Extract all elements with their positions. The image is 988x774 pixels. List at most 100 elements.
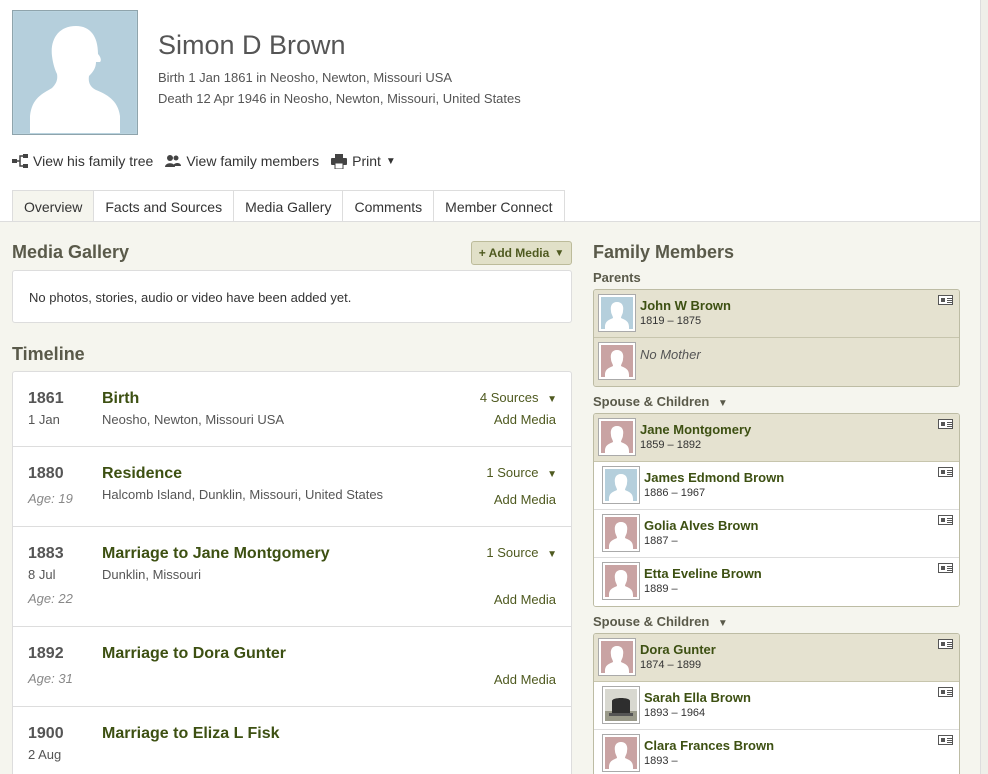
profile-card-icon[interactable] <box>938 515 953 525</box>
chevron-down-icon: ▼ <box>717 618 728 629</box>
member-dates: 1874 – 1899 <box>640 659 702 671</box>
timeline-heading: Timeline <box>12 344 85 364</box>
parents-label: Parents <box>593 270 641 285</box>
view-family-tree-link[interactable]: View his family tree <box>12 153 153 169</box>
chevron-down-icon: ▼ <box>547 469 557 480</box>
avatar <box>598 418 636 456</box>
avatar <box>602 514 640 552</box>
timeline-event: 1880 Age: 19 Residence Halcomb Island, D… <box>13 447 571 527</box>
add-media-button[interactable]: + Add Media ▼ <box>471 241 572 265</box>
event-place: Neosho, Newton, Missouri USA <box>102 412 285 427</box>
parents-box: John W Brown 1819 – 1875 No Mother <box>593 289 960 387</box>
profile-portrait[interactable] <box>12 10 138 135</box>
print-label: Print <box>352 153 381 169</box>
female-silhouette-icon <box>601 345 633 377</box>
event-add-media-link[interactable]: Add Media <box>494 592 556 607</box>
avatar <box>602 734 640 772</box>
tab-media-gallery[interactable]: Media Gallery <box>234 190 344 222</box>
event-sources-toggle[interactable]: 1 Source ▼ <box>486 545 557 560</box>
add-media-label: + Add Media <box>478 246 550 260</box>
event-add-media-link[interactable]: Add Media <box>494 412 556 427</box>
event-sources-toggle[interactable]: 4 Sources ▼ <box>480 390 557 405</box>
member-name[interactable]: James Edmond Brown <box>644 470 784 485</box>
profile-card-icon[interactable] <box>938 419 953 429</box>
profile-card-icon[interactable] <box>938 563 953 573</box>
profile-card-icon[interactable] <box>938 295 953 305</box>
event-title[interactable]: Marriage to Jane Montgomery <box>102 545 330 563</box>
event-date: 2 Aug <box>28 747 62 762</box>
female-silhouette-icon <box>605 737 637 769</box>
tab-comments[interactable]: Comments <box>343 190 435 222</box>
member-dates: 1889 – <box>644 583 678 595</box>
chevron-down-icon: ▼ <box>554 247 565 259</box>
family-member-row[interactable]: Etta Eveline Brown 1889 – <box>594 558 959 606</box>
event-age: Age: 19 <box>28 491 73 506</box>
printer-icon <box>331 153 348 169</box>
member-name[interactable]: Jane Montgomery <box>640 422 751 437</box>
event-sources-label: 1 Source <box>486 465 539 480</box>
media-empty-text: No photos, stories, audio or video have … <box>29 290 352 305</box>
family-member-row[interactable]: John W Brown 1819 – 1875 <box>594 290 959 338</box>
family-member-row[interactable]: Clara Frances Brown 1893 – <box>594 730 959 774</box>
tab-member-connect[interactable]: Member Connect <box>434 190 565 222</box>
chevron-down-icon: ▼ <box>385 155 396 167</box>
view-family-members-label: View family members <box>186 153 320 169</box>
event-title[interactable]: Marriage to Dora Gunter <box>102 645 286 663</box>
profile-card-icon[interactable] <box>938 639 953 649</box>
event-title[interactable]: Marriage to Eliza L Fisk <box>102 725 280 743</box>
event-add-media-link[interactable]: Add Media <box>494 492 556 507</box>
event-place: Dunklin, Missouri <box>102 567 201 582</box>
event-date: 8 Jul <box>28 567 56 582</box>
profile-actions: View his family tree View family members… <box>12 152 408 170</box>
member-name[interactable]: John W Brown <box>640 298 731 313</box>
print-button[interactable]: Print ▼ <box>331 153 396 169</box>
profile-header: Simon D Brown Birth 1 Jan 1861 in Neosho… <box>0 0 980 222</box>
chevron-down-icon: ▼ <box>717 398 728 409</box>
member-name[interactable]: Etta Eveline Brown <box>644 566 762 581</box>
family-member-row[interactable]: James Edmond Brown 1886 – 1967 <box>594 462 959 510</box>
member-name[interactable]: Sarah Ella Brown <box>644 690 751 705</box>
view-family-members-link[interactable]: View family members <box>165 153 319 169</box>
overview-content: Media Gallery + Add Media ▼ No photos, s… <box>0 222 980 774</box>
family-member-row[interactable]: Jane Montgomery 1859 – 1892 <box>594 414 959 462</box>
member-dates: 1887 – <box>644 535 678 547</box>
event-age: Age: 31 <box>28 671 73 686</box>
male-silhouette-icon <box>14 12 136 133</box>
death-info: Death 12 Apr 1946 in Neosho, Newton, Mis… <box>158 91 521 106</box>
family-member-row[interactable]: Golia Alves Brown 1887 – <box>594 510 959 558</box>
member-name[interactable]: Clara Frances Brown <box>644 738 774 753</box>
member-name[interactable]: Golia Alves Brown <box>644 518 758 533</box>
family-member-row: No Mother <box>594 338 959 386</box>
event-add-media-link[interactable]: Add Media <box>494 672 556 687</box>
member-dates: 1886 – 1967 <box>644 487 706 499</box>
tab-overview[interactable]: Overview <box>12 190 95 222</box>
timeline-event: 1861 1 Jan Birth Neosho, Newton, Missour… <box>13 372 571 447</box>
member-name[interactable]: Dora Gunter <box>640 642 716 657</box>
spouse-family-box: Dora Gunter 1874 – 1899 Sarah Ella Brown… <box>593 633 960 774</box>
spouse-children-toggle[interactable]: Spouse & Children ▼ <box>593 394 728 409</box>
headstone-photo-icon <box>605 689 637 721</box>
event-place: Halcomb Island, Dunklin, Missouri, Unite… <box>102 487 384 502</box>
female-silhouette-icon <box>605 565 637 597</box>
event-sources-toggle[interactable]: 1 Source ▼ <box>486 465 557 480</box>
family-member-row[interactable]: Dora Gunter 1874 – 1899 <box>594 634 959 682</box>
media-empty-box: No photos, stories, audio or video have … <box>12 270 572 323</box>
profile-card-icon[interactable] <box>938 687 953 697</box>
avatar <box>598 638 636 676</box>
spouse-children-label: Spouse & Children <box>593 394 710 409</box>
event-year: 1883 <box>28 545 64 562</box>
family-member-row[interactable]: Sarah Ella Brown 1893 – 1964 <box>594 682 959 730</box>
profile-card-icon[interactable] <box>938 467 953 477</box>
event-sources-label: 4 Sources <box>479 390 539 405</box>
page-edge <box>980 0 988 774</box>
profile-card-icon[interactable] <box>938 735 953 745</box>
event-sources-label: 1 Source <box>486 545 539 560</box>
people-icon <box>165 155 182 167</box>
profile-tabs: Overview Facts and Sources Media Gallery… <box>12 190 565 222</box>
member-dates: 1893 – 1964 <box>644 707 706 719</box>
event-title[interactable]: Birth <box>102 390 139 408</box>
spouse-children-toggle[interactable]: Spouse & Children ▼ <box>593 614 728 629</box>
event-title[interactable]: Residence <box>102 465 182 483</box>
timeline-event: 1892 Age: 31 Marriage to Dora Gunter Add… <box>13 627 571 707</box>
tab-facts-and-sources[interactable]: Facts and Sources <box>94 190 235 222</box>
